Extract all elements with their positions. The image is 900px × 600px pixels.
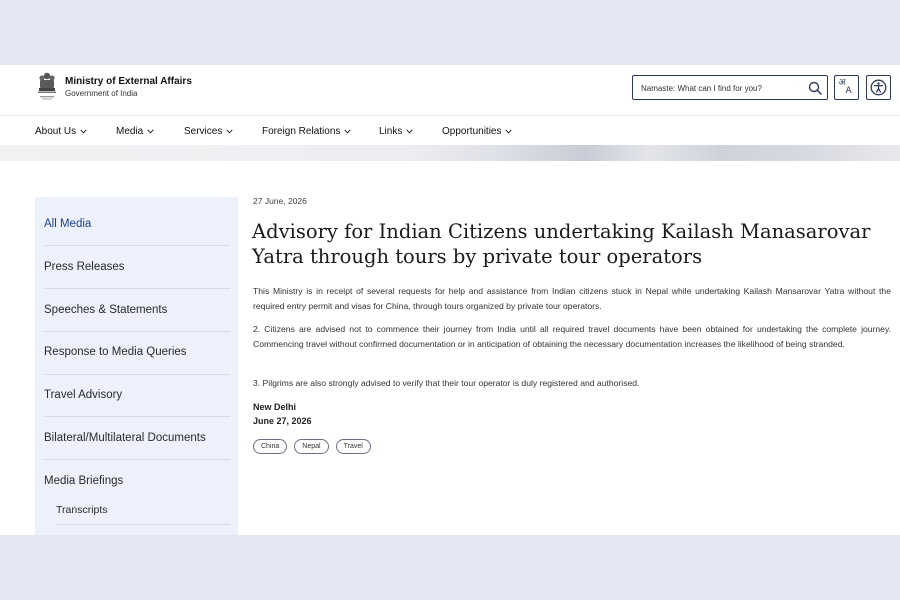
article-date: 27 June, 2026 <box>253 196 307 206</box>
article-place-date: June 27, 2026 <box>253 416 312 426</box>
article-place: New Delhi <box>253 402 297 412</box>
accessibility-icon <box>870 79 887 96</box>
chevron-down-icon <box>505 128 513 134</box>
sidebar-item-media-briefings[interactable]: Media Briefings <box>44 475 230 487</box>
nav-item-about-us[interactable]: About Us <box>35 123 116 139</box>
sidebar-divider <box>44 459 230 460</box>
chevron-down-icon <box>344 128 352 134</box>
sidebar-item-travel-advisory[interactable]: Travel Advisory <box>44 389 230 401</box>
chevron-down-icon <box>406 128 414 134</box>
search-icon[interactable] <box>807 80 823 96</box>
nav-item-label: Opportunities <box>442 125 502 137</box>
article-paragraph-1: This Ministry is in receipt of several r… <box>253 286 891 311</box>
sidebar: All Media Press Releases Speeches & Stat… <box>35 197 238 535</box>
tag-list: China Nepal Travel <box>253 439 378 454</box>
nav-item-foreign-relations[interactable]: Foreign Relations <box>262 123 379 139</box>
site-header: Ministry of External Affairs Government … <box>0 65 900 115</box>
nav-item-label: Foreign Relations <box>262 125 341 137</box>
sidebar-item-response-media-queries[interactable]: Response to Media Queries <box>44 346 230 358</box>
nav-item-media[interactable]: Media <box>116 123 184 139</box>
nav-item-label: Services <box>184 125 223 137</box>
language-glyph-hindi: अ <box>838 77 846 88</box>
sidebar-item-speeches-statements[interactable]: Speeches & Statements <box>44 304 230 316</box>
nav-item-label: About Us <box>35 125 77 137</box>
site-subtitle: Government of India <box>65 89 138 98</box>
chevron-down-icon <box>80 128 87 134</box>
nav-item-label: Links <box>379 125 403 137</box>
site-title[interactable]: Ministry of External Affairs <box>65 76 192 87</box>
language-toggle-button[interactable]: अ A <box>834 75 859 100</box>
sidebar-divider <box>44 288 230 289</box>
header-divider <box>0 115 900 116</box>
tag-travel[interactable]: Travel <box>335 439 371 454</box>
search-input[interactable] <box>641 80 801 96</box>
accessibility-button[interactable] <box>866 75 891 100</box>
sidebar-divider <box>44 331 230 332</box>
sidebar-divider <box>56 524 230 525</box>
language-glyph-english: A <box>845 85 852 96</box>
sidebar-subitem-transcripts[interactable]: Transcripts <box>56 504 108 516</box>
tag-nepal[interactable]: Nepal <box>294 439 329 454</box>
chevron-down-icon <box>226 128 234 134</box>
chevron-down-icon <box>147 128 154 134</box>
page-banner <box>0 145 900 161</box>
sidebar-item-bilateral-documents[interactable]: Bilateral/Multilateral Documents <box>44 432 230 444</box>
sidebar-item-all-media[interactable]: All Media <box>44 218 230 230</box>
tag-china[interactable]: China <box>253 439 288 454</box>
nav-item-label: Media <box>116 125 144 137</box>
sidebar-divider <box>44 245 230 246</box>
nav-item-services[interactable]: Services <box>184 123 262 139</box>
nav-item-links[interactable]: Links <box>379 123 442 139</box>
national-emblem-icon[interactable] <box>36 71 58 103</box>
nav-item-opportunities[interactable]: Opportunities <box>442 123 532 139</box>
main-nav: About Us Media Services Foreign Relation… <box>35 123 532 139</box>
language-icon: अ A <box>838 77 855 97</box>
page: Ministry of External Affairs Government … <box>0 65 900 535</box>
sidebar-divider <box>44 416 230 417</box>
article-title: Advisory for Indian Citizens undertaking… <box>252 220 871 268</box>
article-paragraph-3: 3. Pilgrims are also strongly advised to… <box>253 378 640 388</box>
sidebar-divider <box>44 374 230 375</box>
sidebar-item-press-releases[interactable]: Press Releases <box>44 261 230 273</box>
article-paragraph-2: 2. Citizens are advised not to commence … <box>253 324 891 349</box>
search-box <box>632 75 828 100</box>
